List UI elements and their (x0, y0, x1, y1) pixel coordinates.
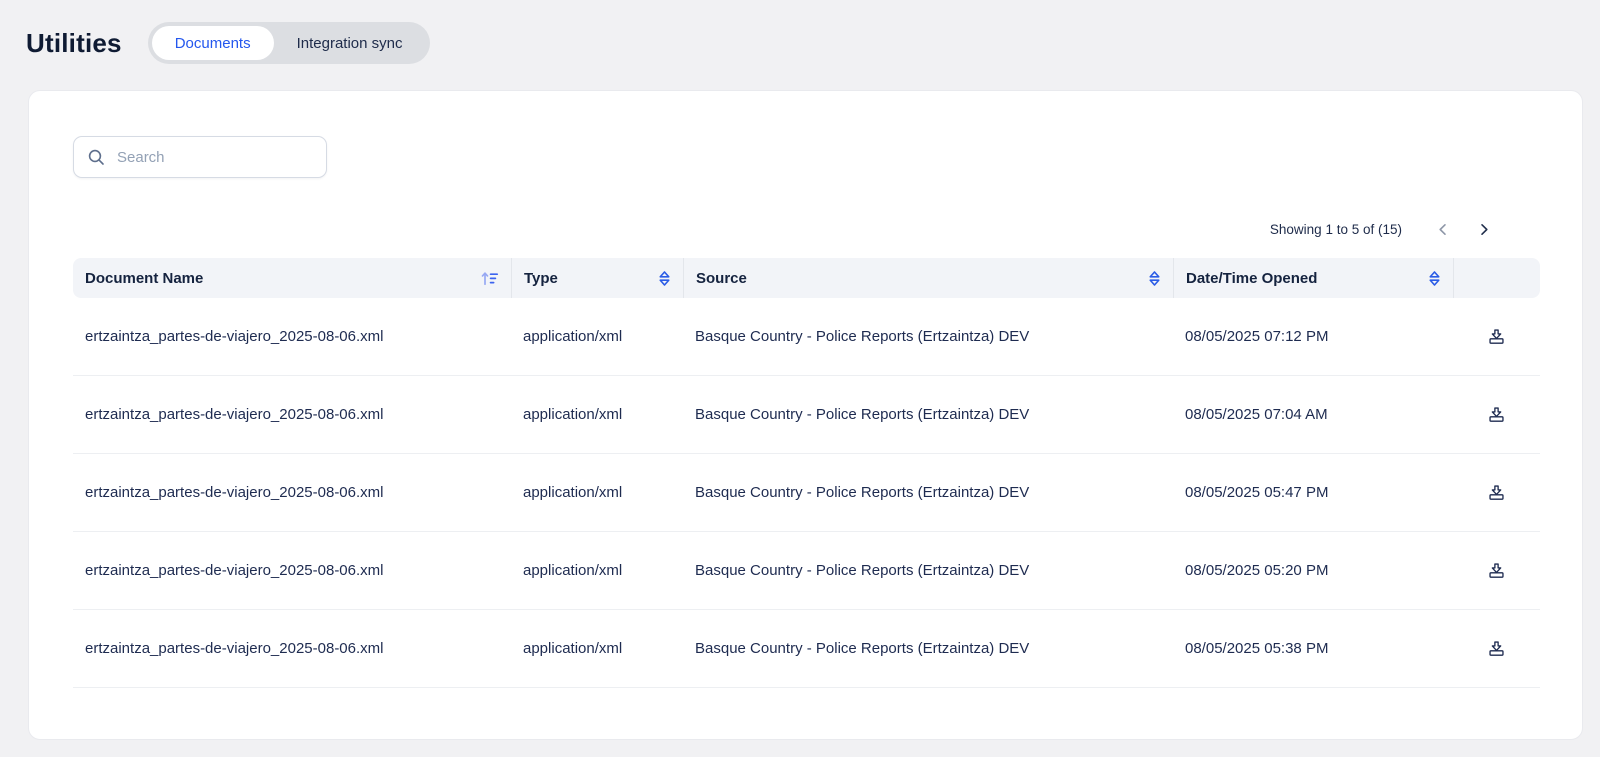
download-button[interactable] (1483, 557, 1510, 584)
actions-cell (1453, 323, 1540, 350)
tab-documents[interactable]: Documents (152, 26, 274, 60)
actions-cell (1453, 635, 1540, 662)
column-header-document-name: Document Name (73, 258, 511, 298)
download-button[interactable] (1483, 635, 1510, 662)
next-page-button[interactable] (1468, 214, 1498, 244)
download-icon (1487, 405, 1506, 424)
type-cell: application/xml (511, 562, 683, 579)
column-label: Document Name (85, 270, 203, 287)
date-time-opened-cell: 08/05/2025 05:20 PM (1173, 562, 1453, 579)
table-body: ertzaintza_partes-de-viajero_2025-08-06.… (73, 298, 1540, 688)
download-button[interactable] (1483, 479, 1510, 506)
download-button[interactable] (1483, 323, 1510, 350)
sort-toggle-icon (1148, 270, 1161, 287)
tab-integration-sync[interactable]: Integration sync (274, 26, 426, 60)
date-time-opened-cell: 08/05/2025 05:38 PM (1173, 640, 1453, 657)
date-time-opened-cell: 08/05/2025 07:04 AM (1173, 406, 1453, 423)
date-time-opened-cell: 08/05/2025 07:12 PM (1173, 328, 1453, 345)
documents-table: Document Name Type (73, 258, 1540, 688)
column-header-source: Source (683, 258, 1173, 298)
column-label: Type (524, 270, 558, 287)
documents-panel: Showing 1 to 5 of (15) Document Name (28, 90, 1583, 740)
search-icon (87, 148, 105, 166)
search-input[interactable] (115, 148, 313, 167)
download-icon (1487, 483, 1506, 502)
sort-document-name-button[interactable] (481, 271, 499, 286)
sort-type-button[interactable] (658, 270, 671, 287)
document-name-cell: ertzaintza_partes-de-viajero_2025-08-06.… (73, 562, 511, 579)
search-box[interactable] (73, 136, 327, 178)
document-name-cell: ertzaintza_partes-de-viajero_2025-08-06.… (73, 406, 511, 423)
source-cell: Basque Country - Police Reports (Ertzain… (683, 484, 1173, 501)
table-row: ertzaintza_partes-de-viajero_2025-08-06.… (73, 376, 1540, 454)
pagination-summary: Showing 1 to 5 of (15) (1270, 222, 1402, 237)
sort-toggle-icon (658, 270, 671, 287)
topbar: Utilities Documents Integration sync (0, 0, 1600, 64)
sort-toggle-icon (1428, 270, 1441, 287)
table-row: ertzaintza_partes-de-viajero_2025-08-06.… (73, 454, 1540, 532)
column-header-date-time-opened: Date/Time Opened (1173, 258, 1453, 298)
sort-ascending-icon (481, 271, 499, 286)
download-icon (1487, 639, 1506, 658)
page-title: Utilities (26, 28, 122, 59)
download-icon (1487, 561, 1506, 580)
actions-cell (1453, 557, 1540, 584)
source-cell: Basque Country - Police Reports (Ertzain… (683, 640, 1173, 657)
type-cell: application/xml (511, 406, 683, 423)
chevron-left-icon (1436, 222, 1451, 237)
source-cell: Basque Country - Police Reports (Ertzain… (683, 406, 1173, 423)
column-header-type: Type (511, 258, 683, 298)
tab-switcher: Documents Integration sync (148, 22, 430, 64)
sort-source-button[interactable] (1148, 270, 1161, 287)
type-cell: application/xml (511, 484, 683, 501)
type-cell: application/xml (511, 328, 683, 345)
table-row: ertzaintza_partes-de-viajero_2025-08-06.… (73, 298, 1540, 376)
table-row: ertzaintza_partes-de-viajero_2025-08-06.… (73, 532, 1540, 610)
previous-page-button[interactable] (1428, 214, 1458, 244)
table-row: ertzaintza_partes-de-viajero_2025-08-06.… (73, 610, 1540, 688)
download-button[interactable] (1483, 401, 1510, 428)
document-name-cell: ertzaintza_partes-de-viajero_2025-08-06.… (73, 484, 511, 501)
document-name-cell: ertzaintza_partes-de-viajero_2025-08-06.… (73, 328, 511, 345)
chevron-right-icon (1476, 222, 1491, 237)
table-header-row: Document Name Type (73, 258, 1540, 298)
document-name-cell: ertzaintza_partes-de-viajero_2025-08-06.… (73, 640, 511, 657)
column-label: Date/Time Opened (1186, 270, 1317, 287)
download-icon (1487, 327, 1506, 346)
actions-cell (1453, 401, 1540, 428)
actions-cell (1453, 479, 1540, 506)
date-time-opened-cell: 08/05/2025 05:47 PM (1173, 484, 1453, 501)
column-header-actions (1453, 258, 1540, 298)
pagination: Showing 1 to 5 of (15) (29, 214, 1498, 244)
source-cell: Basque Country - Police Reports (Ertzain… (683, 562, 1173, 579)
type-cell: application/xml (511, 640, 683, 657)
sort-date-time-button[interactable] (1428, 270, 1441, 287)
source-cell: Basque Country - Police Reports (Ertzain… (683, 328, 1173, 345)
column-label: Source (696, 270, 747, 287)
